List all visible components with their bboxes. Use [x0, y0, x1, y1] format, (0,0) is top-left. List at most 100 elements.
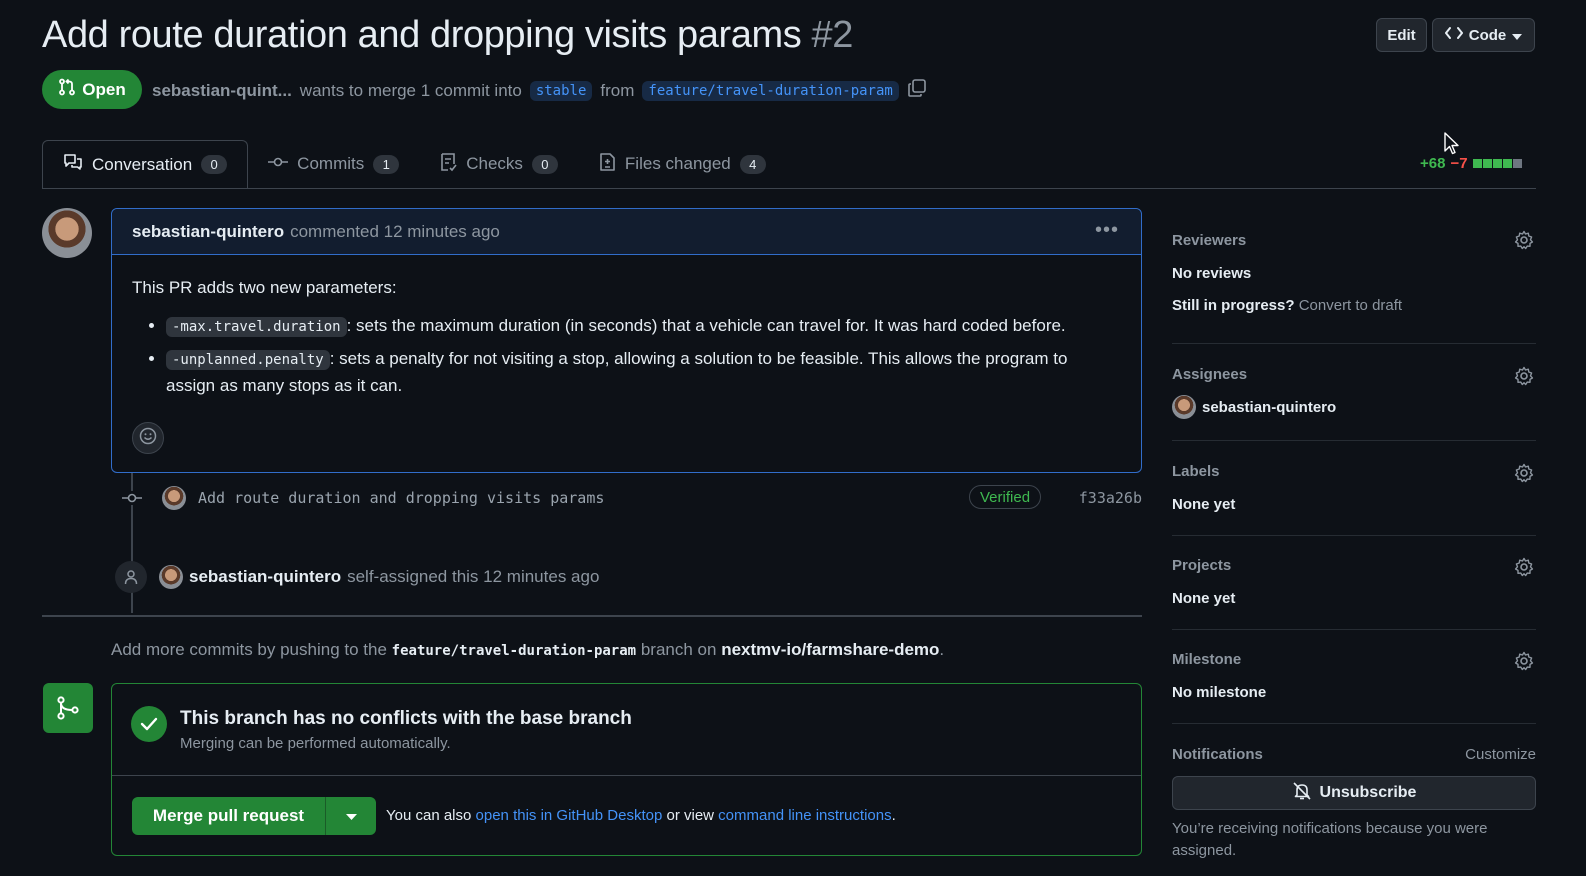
verified-badge[interactable]: Verified: [969, 485, 1042, 509]
kebab-menu-icon[interactable]: •••: [1095, 219, 1119, 242]
tab-conversation-count: 0: [201, 155, 228, 174]
customize-link[interactable]: Customize: [1465, 746, 1536, 763]
merge-pull-request-button[interactable]: Merge pull request: [132, 797, 326, 835]
param-description: : sets the maximum duration (in seconds)…: [346, 316, 1066, 335]
reviewers-value: No reviews: [1172, 265, 1252, 282]
comment-author-avatar[interactable]: [42, 208, 92, 258]
draft-prompt: Still in progress? Convert to draft: [1172, 297, 1536, 314]
tab-conversation[interactable]: Conversation 0: [42, 140, 249, 189]
sidebar-milestone: Milestone No milestone: [1172, 651, 1536, 724]
merge-actions: Merge pull request You can also open thi…: [112, 776, 1141, 856]
convert-to-draft-link[interactable]: Convert to draft: [1299, 297, 1402, 314]
pr-state-label: Open: [82, 79, 126, 99]
tab-commits-count: 1: [373, 154, 400, 174]
pr-author-link[interactable]: sebastian-quint...: [152, 81, 292, 101]
check-icon: [131, 706, 167, 742]
file-diff-icon: [598, 152, 616, 177]
gear-icon[interactable]: [1514, 651, 1534, 676]
gear-icon[interactable]: [1514, 230, 1534, 255]
tab-commits[interactable]: Commits 1: [248, 140, 419, 188]
smiley-icon: [139, 427, 157, 450]
assignee-item[interactable]: sebastian-quintero: [1172, 395, 1536, 419]
push-hint-prefix: Add more commits by pushing to the: [111, 640, 387, 659]
commit-sha-link[interactable]: f33a26b: [1079, 489, 1142, 507]
diffstat-block: [1492, 159, 1502, 168]
edit-button[interactable]: Edit: [1376, 18, 1427, 52]
gear-icon[interactable]: [1514, 366, 1534, 391]
list-item: -unplanned.penalty: sets a penalty for n…: [166, 346, 1121, 399]
copy-icon[interactable]: [907, 78, 927, 103]
pr-state-badge: Open: [42, 70, 142, 109]
push-hint-branch: feature/travel-duration-param: [391, 643, 637, 659]
head-branch-link[interactable]: feature/travel-duration-param: [642, 80, 899, 101]
param-code: -max.travel.duration: [166, 317, 347, 337]
timeline-assign-event: sebastian-quintero self-assigned this 12…: [115, 561, 599, 593]
command-line-instructions-link[interactable]: command line instructions: [718, 807, 891, 824]
timeline-divider: [42, 615, 1142, 617]
diffstat: +68 −7: [1420, 155, 1523, 172]
code-button[interactable]: Code: [1432, 18, 1535, 52]
unsubscribe-button[interactable]: Unsubscribe: [1172, 776, 1536, 810]
tab-checks-count: 0: [531, 154, 558, 174]
person-icon: [115, 561, 147, 593]
pr-tabs: Conversation 0 Commits 1 Checks 0 Files …: [42, 140, 786, 189]
pr-merge-info: sebastian-quint... wants to merge 1 comm…: [152, 78, 927, 103]
milestone-value: No milestone: [1172, 684, 1267, 701]
merge-button-group: Merge pull request: [132, 797, 376, 835]
assign-user-link[interactable]: sebastian-quintero: [189, 567, 341, 587]
merge-text: wants to merge 1 commit into: [299, 80, 522, 100]
from-text: from: [600, 80, 635, 100]
merge-method-dropdown[interactable]: [326, 797, 376, 835]
milestone-label[interactable]: Milestone: [1172, 651, 1536, 668]
assignees-label[interactable]: Assignees: [1172, 366, 1536, 383]
bell-slash-icon: [1292, 781, 1312, 806]
diffstat-blocks: [1472, 159, 1523, 168]
tab-checks[interactable]: Checks 0: [419, 140, 578, 188]
merge-note-middle: or view: [666, 807, 714, 824]
gear-icon[interactable]: [1514, 463, 1534, 488]
commit-message-link[interactable]: Add route duration and dropping visits p…: [198, 489, 604, 507]
comment-header: sebastian-quintero commented 12 minutes …: [112, 209, 1141, 255]
caret-down-icon: [345, 807, 357, 825]
merge-note-suffix: .: [891, 807, 896, 824]
timeline-commit-item: Add route duration and dropping visits p…: [120, 484, 1142, 512]
comment-meta[interactable]: commented 12 minutes ago: [290, 222, 500, 242]
merge-box: This branch has no conflicts with the ba…: [111, 683, 1142, 856]
diffstat-additions: +68: [1420, 155, 1446, 172]
base-branch-link[interactable]: stable: [529, 80, 593, 101]
projects-value: None yet: [1172, 590, 1236, 607]
merge-status: This branch has no conflicts with the ba…: [112, 684, 1141, 776]
pr-title: Add route duration and dropping visits p…: [42, 14, 853, 57]
param-code: -unplanned.penalty: [166, 350, 330, 370]
push-hint-repo[interactable]: nextmv-io/farmshare-demo: [721, 640, 939, 659]
pr-number: #2: [811, 14, 854, 56]
tab-commits-label: Commits: [297, 154, 365, 173]
sidebar-reviewers: Reviewers No reviews Still in progress? …: [1172, 230, 1536, 344]
push-hint-middle: branch on: [640, 640, 717, 659]
checklist-icon: [439, 152, 457, 177]
list-item: -max.travel.duration: sets the maximum d…: [166, 313, 1121, 340]
avatar[interactable]: [159, 565, 183, 589]
tab-files-changed[interactable]: Files changed 4: [578, 140, 786, 188]
sidebar-labels: Labels None yet: [1172, 463, 1536, 536]
projects-label[interactable]: Projects: [1172, 557, 1536, 574]
diffstat-block: [1482, 159, 1492, 168]
git-commit-icon: [268, 154, 289, 174]
comment-author-link[interactable]: sebastian-quintero: [132, 222, 284, 242]
diffstat-block: [1512, 159, 1522, 168]
avatar[interactable]: [162, 486, 186, 510]
merge-status-subtitle: Merging can be performed automatically.: [180, 735, 451, 752]
gear-icon[interactable]: [1514, 557, 1534, 582]
add-reaction-button[interactable]: [132, 422, 164, 454]
assignee-name: sebastian-quintero: [1202, 398, 1337, 416]
reviewers-label[interactable]: Reviewers: [1172, 232, 1536, 249]
diffstat-block: [1472, 159, 1482, 168]
labels-value: None yet: [1172, 496, 1236, 513]
comment-body: This PR adds two new parameters: -max.tr…: [112, 255, 1141, 425]
merge-status-title: This branch has no conflicts with the ba…: [180, 708, 632, 729]
labels-label[interactable]: Labels: [1172, 463, 1536, 480]
comment-intro: This PR adds two new parameters:: [132, 278, 397, 297]
avatar: [1172, 395, 1196, 419]
github-desktop-link[interactable]: open this in GitHub Desktop: [476, 807, 663, 824]
notifications-header: Notifications Customize: [1172, 746, 1536, 763]
